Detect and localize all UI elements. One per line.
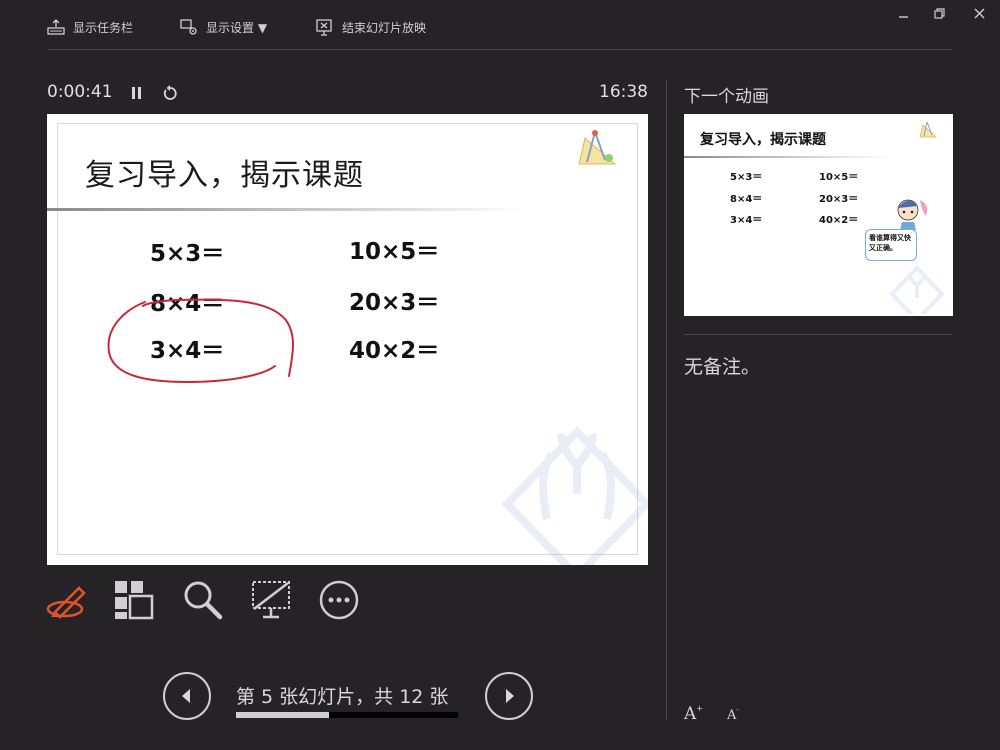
pause-icon[interactable] bbox=[130, 85, 144, 101]
next-slide-preview[interactable]: 复习导入，揭示课题 5×3＝ 8×4＝ 3×4＝ 10×5＝ 20×3＝ 40×… bbox=[684, 114, 953, 316]
decrease-font-icon: A bbox=[727, 708, 737, 723]
increase-font-icon: A bbox=[684, 704, 697, 724]
slide-counter[interactable]: 第 5 张幻灯片，共 12 张 bbox=[236, 682, 460, 709]
elapsed-timer: 0:00:41 bbox=[47, 82, 113, 102]
current-slide[interactable]: 复习导入，揭示课题 5×3＝ 8×4＝ 3×4＝ 10×5＝ 20×3＝ 40×… bbox=[47, 114, 648, 565]
close-button[interactable] bbox=[968, 4, 990, 22]
increase-font-button[interactable]: A+ bbox=[684, 704, 706, 726]
preview-equation-left-2: 8×4＝ bbox=[730, 194, 763, 205]
ink-annotation bbox=[107, 298, 294, 384]
display-settings-button[interactable]: 显示设置 ▼ bbox=[180, 16, 267, 38]
current-time: 16:38 bbox=[599, 82, 648, 102]
display-settings-label: 显示设置 ▼ bbox=[206, 20, 268, 35]
see-all-slides-icon[interactable] bbox=[113, 579, 155, 621]
zoom-icon[interactable] bbox=[182, 579, 224, 621]
minimize-icon bbox=[898, 15, 908, 18]
cartoon-character-icon bbox=[897, 199, 928, 230]
preview-equation-right-1: 10×5＝ bbox=[819, 172, 859, 183]
end-show-button[interactable]: 结束幻灯片放映 bbox=[316, 16, 426, 38]
next-animation-label: 下一个动画 bbox=[684, 87, 769, 107]
preview-title: 复习导入，揭示课题 bbox=[700, 132, 826, 148]
decrease-mark: - bbox=[736, 706, 739, 714]
end-show-icon bbox=[316, 19, 332, 36]
preview-equation-left-3: 3×4＝ bbox=[730, 215, 763, 226]
chevron-left-icon bbox=[182, 689, 190, 703]
slide-progress-fill bbox=[236, 712, 329, 718]
minimize-button[interactable] bbox=[892, 4, 914, 22]
chevron-right-icon bbox=[506, 689, 514, 703]
preview-title-underline bbox=[684, 156, 894, 158]
end-show-label: 结束幻灯片放映 bbox=[342, 20, 427, 35]
slide-progress-bar bbox=[236, 712, 458, 718]
restore-button[interactable] bbox=[928, 4, 950, 22]
pane-divider[interactable] bbox=[666, 80, 667, 720]
preview-equation-right-3: 40×2＝ bbox=[819, 215, 859, 226]
preview-watermark-logo bbox=[889, 265, 945, 314]
presenter-toolbar: 显示任务栏 显示设置 ▼ 结束幻灯片放映 bbox=[0, 0, 1000, 50]
preview-equation-left-1: 5×3＝ bbox=[730, 172, 763, 183]
next-slide-button[interactable] bbox=[485, 672, 533, 720]
pen-icon[interactable] bbox=[45, 579, 87, 621]
toolbar-divider bbox=[47, 49, 953, 50]
black-screen-icon[interactable] bbox=[250, 579, 292, 621]
decrease-font-button[interactable]: A- bbox=[727, 706, 749, 730]
increase-mark: + bbox=[696, 704, 703, 713]
preview-ruler-icon bbox=[919, 121, 938, 138]
more-options-icon[interactable] bbox=[318, 579, 360, 621]
speaker-notes[interactable]: 无备注。 bbox=[684, 352, 760, 379]
display-settings-icon bbox=[180, 19, 197, 35]
notes-divider bbox=[684, 334, 953, 335]
close-icon bbox=[974, 8, 984, 18]
reset-timer-icon[interactable] bbox=[162, 84, 178, 102]
preview-equation-right-2: 20×3＝ bbox=[819, 194, 859, 205]
previous-slide-button[interactable] bbox=[163, 672, 211, 720]
watermark-logo bbox=[501, 426, 648, 565]
show-taskbar-button[interactable]: 显示任务栏 bbox=[47, 16, 133, 38]
restore-icon bbox=[933, 7, 945, 19]
taskbar-icon bbox=[47, 19, 65, 35]
show-taskbar-label: 显示任务栏 bbox=[73, 20, 134, 35]
slide-graphics bbox=[107, 298, 648, 565]
